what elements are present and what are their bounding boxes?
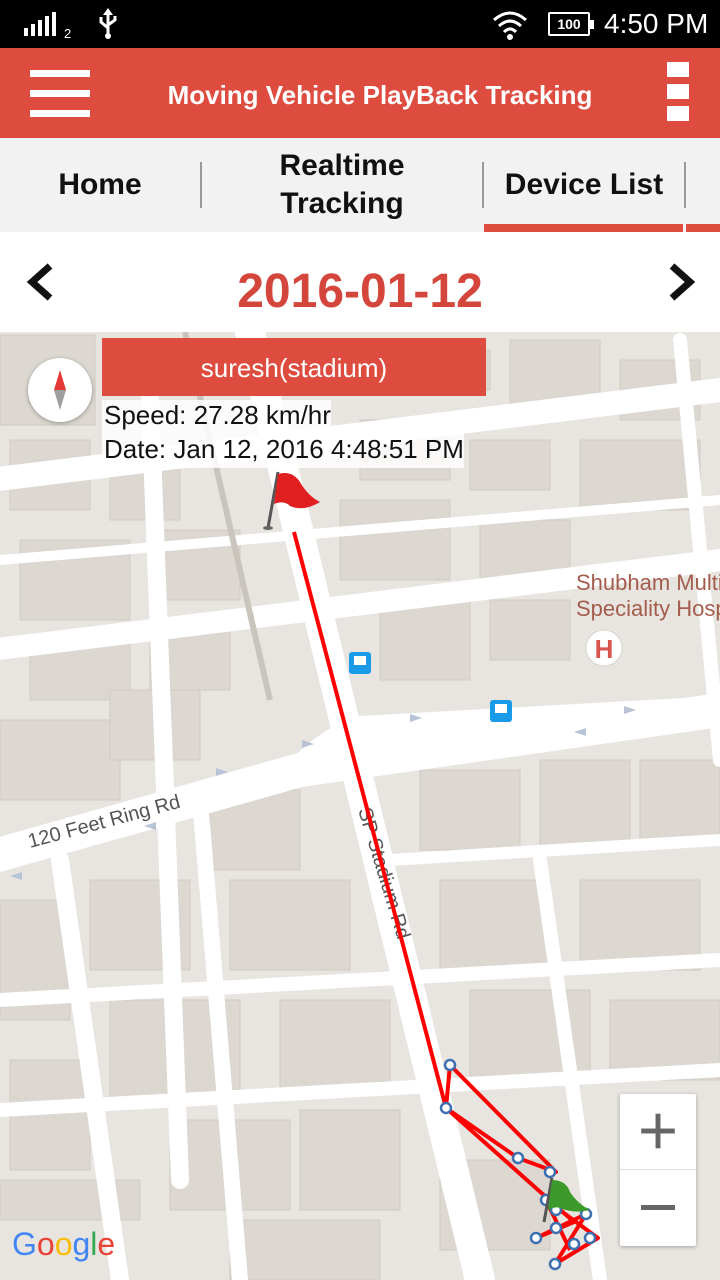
overflow-menu-icon[interactable] (660, 62, 696, 124)
usb-icon (99, 8, 117, 39)
chevron-right-icon[interactable] (658, 260, 702, 304)
google-logo: Google (12, 1226, 116, 1262)
date-navigator: 2016-01-12 (0, 232, 720, 332)
bus-stop-icon (490, 700, 512, 722)
bus-stop-icon (349, 652, 371, 674)
hamburger-menu-icon[interactable] (30, 68, 90, 118)
tab-divider (684, 162, 686, 208)
compass-icon (54, 370, 66, 410)
poi-label-line2: Speciality Hosp (576, 596, 720, 621)
chevron-left-icon[interactable] (20, 260, 64, 304)
compass-button[interactable] (28, 358, 92, 422)
signal-icon (24, 12, 56, 36)
vehicle-timestamp: Date: Jan 12, 2016 4:48:51 PM (102, 434, 464, 468)
poi-label-line1: Shubham Multi (576, 570, 720, 595)
plus-icon[interactable] (620, 1094, 696, 1170)
tab-realtime-label: Realtime Tracking (279, 149, 405, 220)
map-canvas: H Shubham Multi Speciality Hosp 120 Feet… (0, 332, 720, 1280)
tab-divider (200, 162, 202, 208)
hospital-marker-label: H (595, 634, 614, 664)
selected-date: 2016-01-12 (237, 265, 483, 318)
vehicle-name: suresh(stadium) (102, 338, 486, 396)
app-title: Moving Vehicle PlayBack Tracking (167, 80, 593, 110)
vehicle-info-window: suresh(stadium) Speed: 27.28 km/hr Date:… (102, 338, 486, 468)
tab-home[interactable]: Home (0, 138, 200, 232)
tab-bar: Home Realtime Tracking Device List (0, 138, 720, 232)
minus-icon[interactable] (620, 1170, 696, 1246)
battery-icon: 100 (548, 12, 594, 36)
vehicle-speed: Speed: 27.28 km/hr (102, 400, 331, 434)
status-bar: 2 100 4:50 PM (0, 0, 720, 48)
tab-indicator-gap (683, 224, 686, 232)
clock: 4:50 PM (604, 8, 709, 39)
map-view[interactable]: H Shubham Multi Speciality Hosp 120 Feet… (0, 332, 720, 1280)
tab-device-list[interactable]: Device List (484, 138, 684, 232)
hospital-marker-icon: H (585, 629, 623, 667)
zoom-controls (620, 1094, 696, 1246)
wifi-icon (493, 11, 527, 40)
app-bar: Moving Vehicle PlayBack Tracking (0, 48, 720, 138)
sim-slot-label: 2 (64, 26, 72, 41)
tab-realtime-tracking[interactable]: Realtime Tracking (204, 138, 480, 232)
